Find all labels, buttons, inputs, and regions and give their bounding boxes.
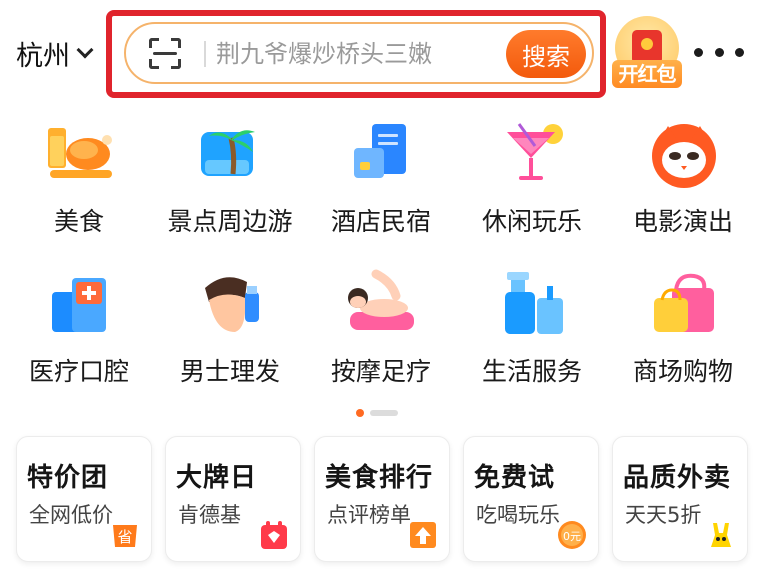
save-badge-icon: 省 bbox=[113, 525, 137, 547]
category-movie[interactable]: 电影演出 bbox=[608, 108, 758, 248]
red-packet-bag-icon bbox=[632, 30, 662, 64]
medical-icon bbox=[52, 278, 106, 332]
food-icon bbox=[48, 128, 112, 178]
promo-card-free-trial[interactable]: 免费试 吃喝玩乐 0元 bbox=[463, 436, 599, 562]
cocktail-icon bbox=[507, 123, 563, 180]
category-label: 休闲玩乐 bbox=[481, 207, 582, 236]
top-bar: 杭州 搜索 开红包 bbox=[0, 0, 762, 104]
category-food[interactable]: 美食 bbox=[4, 108, 154, 248]
promo-card-subtitle: 点评榜单 bbox=[327, 503, 411, 527]
promo-card-brand-day[interactable]: 大牌日 肯德基 bbox=[165, 436, 301, 562]
palm-tree-icon bbox=[201, 130, 255, 176]
search-bar[interactable]: 搜索 bbox=[124, 22, 594, 84]
category-row-1: 美食 景点周边游 酒店民宿 休闲玩乐 电影演出 bbox=[4, 108, 758, 258]
scan-icon[interactable] bbox=[149, 38, 181, 69]
category-life-service[interactable]: 生活服务 bbox=[457, 258, 607, 398]
hotel-icon bbox=[354, 124, 406, 178]
category-barber[interactable]: 男士理发 bbox=[155, 258, 305, 398]
promo-card-takeout[interactable]: 品质外卖 天天5折 bbox=[612, 436, 748, 562]
category-label: 生活服务 bbox=[481, 357, 582, 386]
zero-yuan-badge-icon: 0元 bbox=[558, 521, 586, 549]
promo-card-food-ranking[interactable]: 美食排行 点评榜单 bbox=[314, 436, 450, 562]
calendar-badge-icon bbox=[261, 521, 287, 549]
promo-card-special-deal[interactable]: 特价团 全网低价 省 bbox=[16, 436, 152, 562]
promo-card-title: 特价团 bbox=[27, 463, 109, 493]
search-divider bbox=[204, 41, 206, 67]
category-grid: 美食 景点周边游 酒店民宿 休闲玩乐 电影演出 医疗口腔 男士理发 按摩足疗 生… bbox=[4, 108, 758, 408]
category-leisure[interactable]: 休闲玩乐 bbox=[457, 108, 607, 248]
category-shopping[interactable]: 商场购物 bbox=[608, 258, 758, 398]
promo-card-subtitle: 全网低价 bbox=[29, 503, 113, 527]
search-button[interactable]: 搜索 bbox=[506, 30, 586, 78]
promo-card-title: 美食排行 bbox=[325, 463, 434, 493]
category-label: 美食 bbox=[53, 207, 104, 236]
promo-cards: 特价团 全网低价 省 大牌日 肯德基 美食排行 点评榜单 免费试 吃喝玩乐 0元 bbox=[16, 436, 748, 564]
category-label: 医疗口腔 bbox=[28, 357, 129, 386]
promo-card-title: 大牌日 bbox=[176, 463, 258, 493]
cat-mask-icon bbox=[652, 124, 716, 188]
promo-card-subtitle: 肯德基 bbox=[178, 503, 241, 527]
page-dot-inactive bbox=[370, 410, 398, 416]
red-packet-label: 开红包 bbox=[612, 60, 682, 88]
shopping-bag-icon bbox=[654, 273, 714, 332]
category-medical[interactable]: 医疗口腔 bbox=[4, 258, 154, 398]
promo-card-subtitle: 天天5折 bbox=[625, 503, 702, 527]
chevron-down-icon bbox=[76, 41, 94, 59]
page-indicator bbox=[356, 409, 404, 417]
cleaning-icon bbox=[505, 272, 563, 334]
category-scenic[interactable]: 景点周边游 bbox=[155, 108, 305, 248]
badge-text: 0元 bbox=[563, 530, 581, 543]
promo-card-title: 免费试 bbox=[474, 463, 556, 493]
category-massage[interactable]: 按摩足疗 bbox=[306, 258, 456, 398]
search-input[interactable] bbox=[216, 36, 501, 72]
category-hotel[interactable]: 酒店民宿 bbox=[306, 108, 456, 248]
promo-card-title: 品质外卖 bbox=[623, 463, 732, 493]
massage-icon bbox=[348, 269, 414, 330]
haircut-icon bbox=[205, 277, 259, 332]
city-name: 杭州 bbox=[16, 40, 70, 72]
category-label: 男士理发 bbox=[179, 357, 280, 386]
category-row-2: 医疗口腔 男士理发 按摩足疗 生活服务 商场购物 bbox=[4, 258, 758, 408]
mascot-icon bbox=[711, 523, 731, 547]
category-label: 按摩足疗 bbox=[330, 357, 431, 386]
category-label: 商场购物 bbox=[632, 357, 733, 386]
up-arrow-badge-icon bbox=[410, 522, 436, 548]
category-label: 景点周边游 bbox=[167, 207, 293, 236]
city-selector[interactable]: 杭州 bbox=[16, 36, 94, 72]
more-options-icon[interactable] bbox=[694, 42, 744, 62]
page-dot-active bbox=[356, 409, 364, 417]
promo-card-subtitle: 吃喝玩乐 bbox=[476, 503, 560, 527]
category-label: 酒店民宿 bbox=[330, 207, 431, 236]
category-label: 电影演出 bbox=[632, 207, 733, 236]
badge-text: 省 bbox=[117, 528, 132, 546]
red-packet-button[interactable]: 开红包 bbox=[612, 16, 682, 90]
